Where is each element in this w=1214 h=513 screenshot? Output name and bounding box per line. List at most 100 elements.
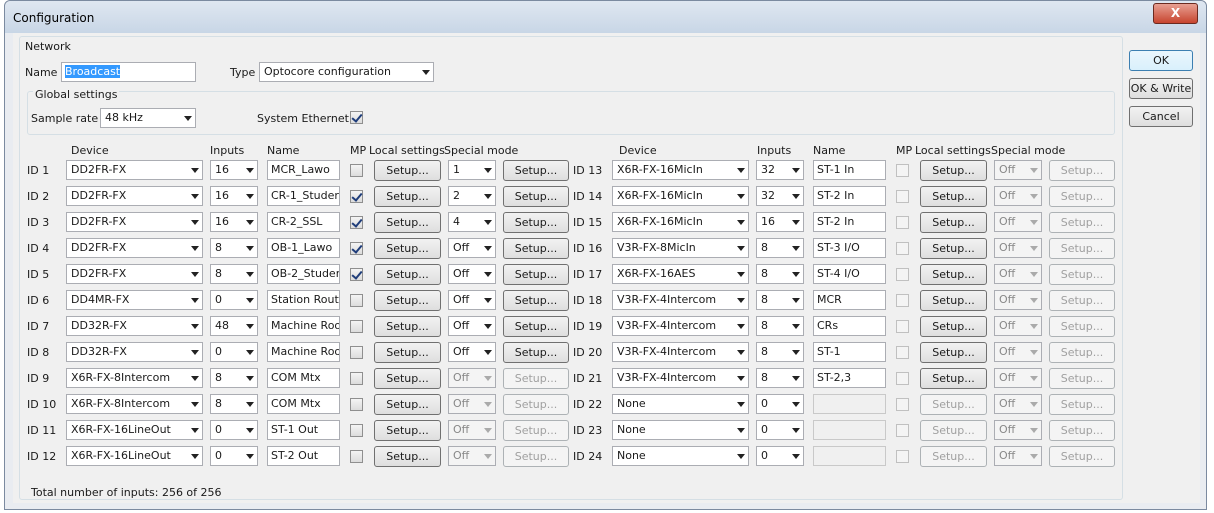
network-name-field[interactable]: Broadcast: [61, 62, 196, 82]
local-settings-setup-button[interactable]: Setup...: [374, 342, 441, 363]
local-settings-setup-button[interactable]: Setup...: [374, 394, 441, 415]
inputs-dropdown[interactable]: 8: [210, 238, 258, 258]
local-settings-setup-button[interactable]: Setup...: [920, 264, 987, 285]
device-name-field[interactable]: Machine Roor: [267, 342, 340, 362]
device-dropdown[interactable]: DD2FR-FX: [66, 186, 203, 206]
close-button[interactable]: X: [1153, 3, 1198, 24]
inputs-dropdown[interactable]: 32: [756, 186, 804, 206]
inputs-dropdown[interactable]: 0: [756, 446, 804, 466]
special-mode-setup-button[interactable]: Setup...: [503, 316, 569, 337]
special-mode-setup-button[interactable]: Setup...: [503, 290, 569, 311]
device-dropdown[interactable]: DD2FR-FX: [66, 264, 203, 284]
inputs-dropdown[interactable]: 0: [210, 342, 258, 362]
device-name-field[interactable]: MCR_Lawo: [267, 160, 340, 180]
device-name-field[interactable]: CRs: [813, 316, 886, 336]
device-name-field[interactable]: ST-2,3: [813, 368, 886, 388]
device-dropdown[interactable]: DD32R-FX: [66, 342, 203, 362]
local-settings-setup-button[interactable]: Setup...: [374, 212, 441, 233]
device-dropdown[interactable]: DD2FR-FX: [66, 160, 203, 180]
local-settings-setup-button[interactable]: Setup...: [374, 160, 441, 181]
inputs-dropdown[interactable]: 16: [756, 212, 804, 232]
device-dropdown[interactable]: V3R-FX-4Intercom: [612, 316, 749, 336]
inputs-dropdown[interactable]: 8: [756, 264, 804, 284]
special-mode-dropdown[interactable]: Off: [448, 238, 496, 258]
special-mode-setup-button[interactable]: Setup...: [503, 212, 569, 233]
device-dropdown[interactable]: None: [612, 394, 749, 414]
device-dropdown[interactable]: None: [612, 420, 749, 440]
device-name-field[interactable]: Station Route: [267, 290, 340, 310]
device-name-field[interactable]: COM Mtx: [267, 368, 340, 388]
inputs-dropdown[interactable]: 16: [210, 160, 258, 180]
local-settings-setup-button[interactable]: Setup...: [920, 186, 987, 207]
sample-rate-dropdown[interactable]: 48 kHz: [100, 108, 196, 128]
device-dropdown[interactable]: DD4MR-FX: [66, 290, 203, 310]
local-settings-setup-button[interactable]: Setup...: [920, 368, 987, 389]
mp-checkbox[interactable]: [350, 320, 363, 333]
mp-checkbox[interactable]: [350, 190, 363, 203]
local-settings-setup-button[interactable]: Setup...: [920, 316, 987, 337]
inputs-dropdown[interactable]: 32: [756, 160, 804, 180]
special-mode-dropdown[interactable]: 1: [448, 160, 496, 180]
mp-checkbox[interactable]: [350, 294, 363, 307]
special-mode-setup-button[interactable]: Setup...: [503, 264, 569, 285]
inputs-dropdown[interactable]: 16: [210, 212, 258, 232]
device-dropdown[interactable]: X6R-FX-16LineOut: [66, 446, 203, 466]
device-dropdown[interactable]: X6R-FX-16MicIn: [612, 212, 749, 232]
local-settings-setup-button[interactable]: Setup...: [920, 238, 987, 259]
local-settings-setup-button[interactable]: Setup...: [920, 290, 987, 311]
local-settings-setup-button[interactable]: Setup...: [374, 186, 441, 207]
device-name-field[interactable]: ST-4 I/O: [813, 264, 886, 284]
inputs-dropdown[interactable]: 8: [756, 368, 804, 388]
device-name-field[interactable]: OB-1_Lawo: [267, 238, 340, 258]
local-settings-setup-button[interactable]: Setup...: [374, 290, 441, 311]
special-mode-dropdown[interactable]: Off: [448, 264, 496, 284]
special-mode-setup-button[interactable]: Setup...: [503, 238, 569, 259]
device-dropdown[interactable]: V3R-FX-4Intercom: [612, 290, 749, 310]
ok-write-button[interactable]: OK & Write: [1129, 78, 1193, 99]
device-dropdown[interactable]: X6R-FX-8Intercom: [66, 394, 203, 414]
inputs-dropdown[interactable]: 8: [756, 238, 804, 258]
device-name-field[interactable]: ST-1 In: [813, 160, 886, 180]
special-mode-setup-button[interactable]: Setup...: [503, 186, 569, 207]
mp-checkbox[interactable]: [350, 268, 363, 281]
device-dropdown[interactable]: None: [612, 446, 749, 466]
device-dropdown[interactable]: V3R-FX-4Intercom: [612, 368, 749, 388]
device-name-field[interactable]: CR-1_Studer: [267, 186, 340, 206]
local-settings-setup-button[interactable]: Setup...: [374, 446, 441, 467]
special-mode-setup-button[interactable]: Setup...: [503, 160, 569, 181]
device-dropdown[interactable]: X6R-FX-16MicIn: [612, 186, 749, 206]
special-mode-dropdown[interactable]: Off: [448, 316, 496, 336]
inputs-dropdown[interactable]: 8: [756, 290, 804, 310]
device-name-field[interactable]: OB-2_Studer: [267, 264, 340, 284]
mp-checkbox[interactable]: [350, 164, 363, 177]
mp-checkbox[interactable]: [350, 216, 363, 229]
local-settings-setup-button[interactable]: Setup...: [374, 420, 441, 441]
mp-checkbox[interactable]: [350, 450, 363, 463]
device-name-field[interactable]: Machine Roor: [267, 316, 340, 336]
device-name-field[interactable]: ST-2 Out: [267, 446, 340, 466]
device-name-field[interactable]: MCR: [813, 290, 886, 310]
device-dropdown[interactable]: X6R-FX-8Intercom: [66, 368, 203, 388]
inputs-dropdown[interactable]: 8: [210, 394, 258, 414]
inputs-dropdown[interactable]: 48: [210, 316, 258, 336]
local-settings-setup-button[interactable]: Setup...: [374, 316, 441, 337]
special-mode-dropdown[interactable]: 4: [448, 212, 496, 232]
device-dropdown[interactable]: X6R-FX-16MicIn: [612, 160, 749, 180]
special-mode-setup-button[interactable]: Setup...: [503, 342, 569, 363]
special-mode-dropdown[interactable]: Off: [448, 342, 496, 362]
local-settings-setup-button[interactable]: Setup...: [374, 264, 441, 285]
device-dropdown[interactable]: V3R-FX-8MicIn: [612, 238, 749, 258]
device-name-field[interactable]: CR-2_SSL: [267, 212, 340, 232]
inputs-dropdown[interactable]: 8: [210, 264, 258, 284]
mp-checkbox[interactable]: [350, 346, 363, 359]
device-dropdown[interactable]: DD2FR-FX: [66, 212, 203, 232]
local-settings-setup-button[interactable]: Setup...: [920, 160, 987, 181]
inputs-dropdown[interactable]: 0: [756, 420, 804, 440]
local-settings-setup-button[interactable]: Setup...: [920, 212, 987, 233]
device-dropdown[interactable]: X6R-FX-16AES: [612, 264, 749, 284]
inputs-dropdown[interactable]: 0: [756, 394, 804, 414]
device-dropdown[interactable]: DD2FR-FX: [66, 238, 203, 258]
device-name-field[interactable]: ST-3 I/O: [813, 238, 886, 258]
inputs-dropdown[interactable]: 8: [756, 316, 804, 336]
mp-checkbox[interactable]: [350, 424, 363, 437]
